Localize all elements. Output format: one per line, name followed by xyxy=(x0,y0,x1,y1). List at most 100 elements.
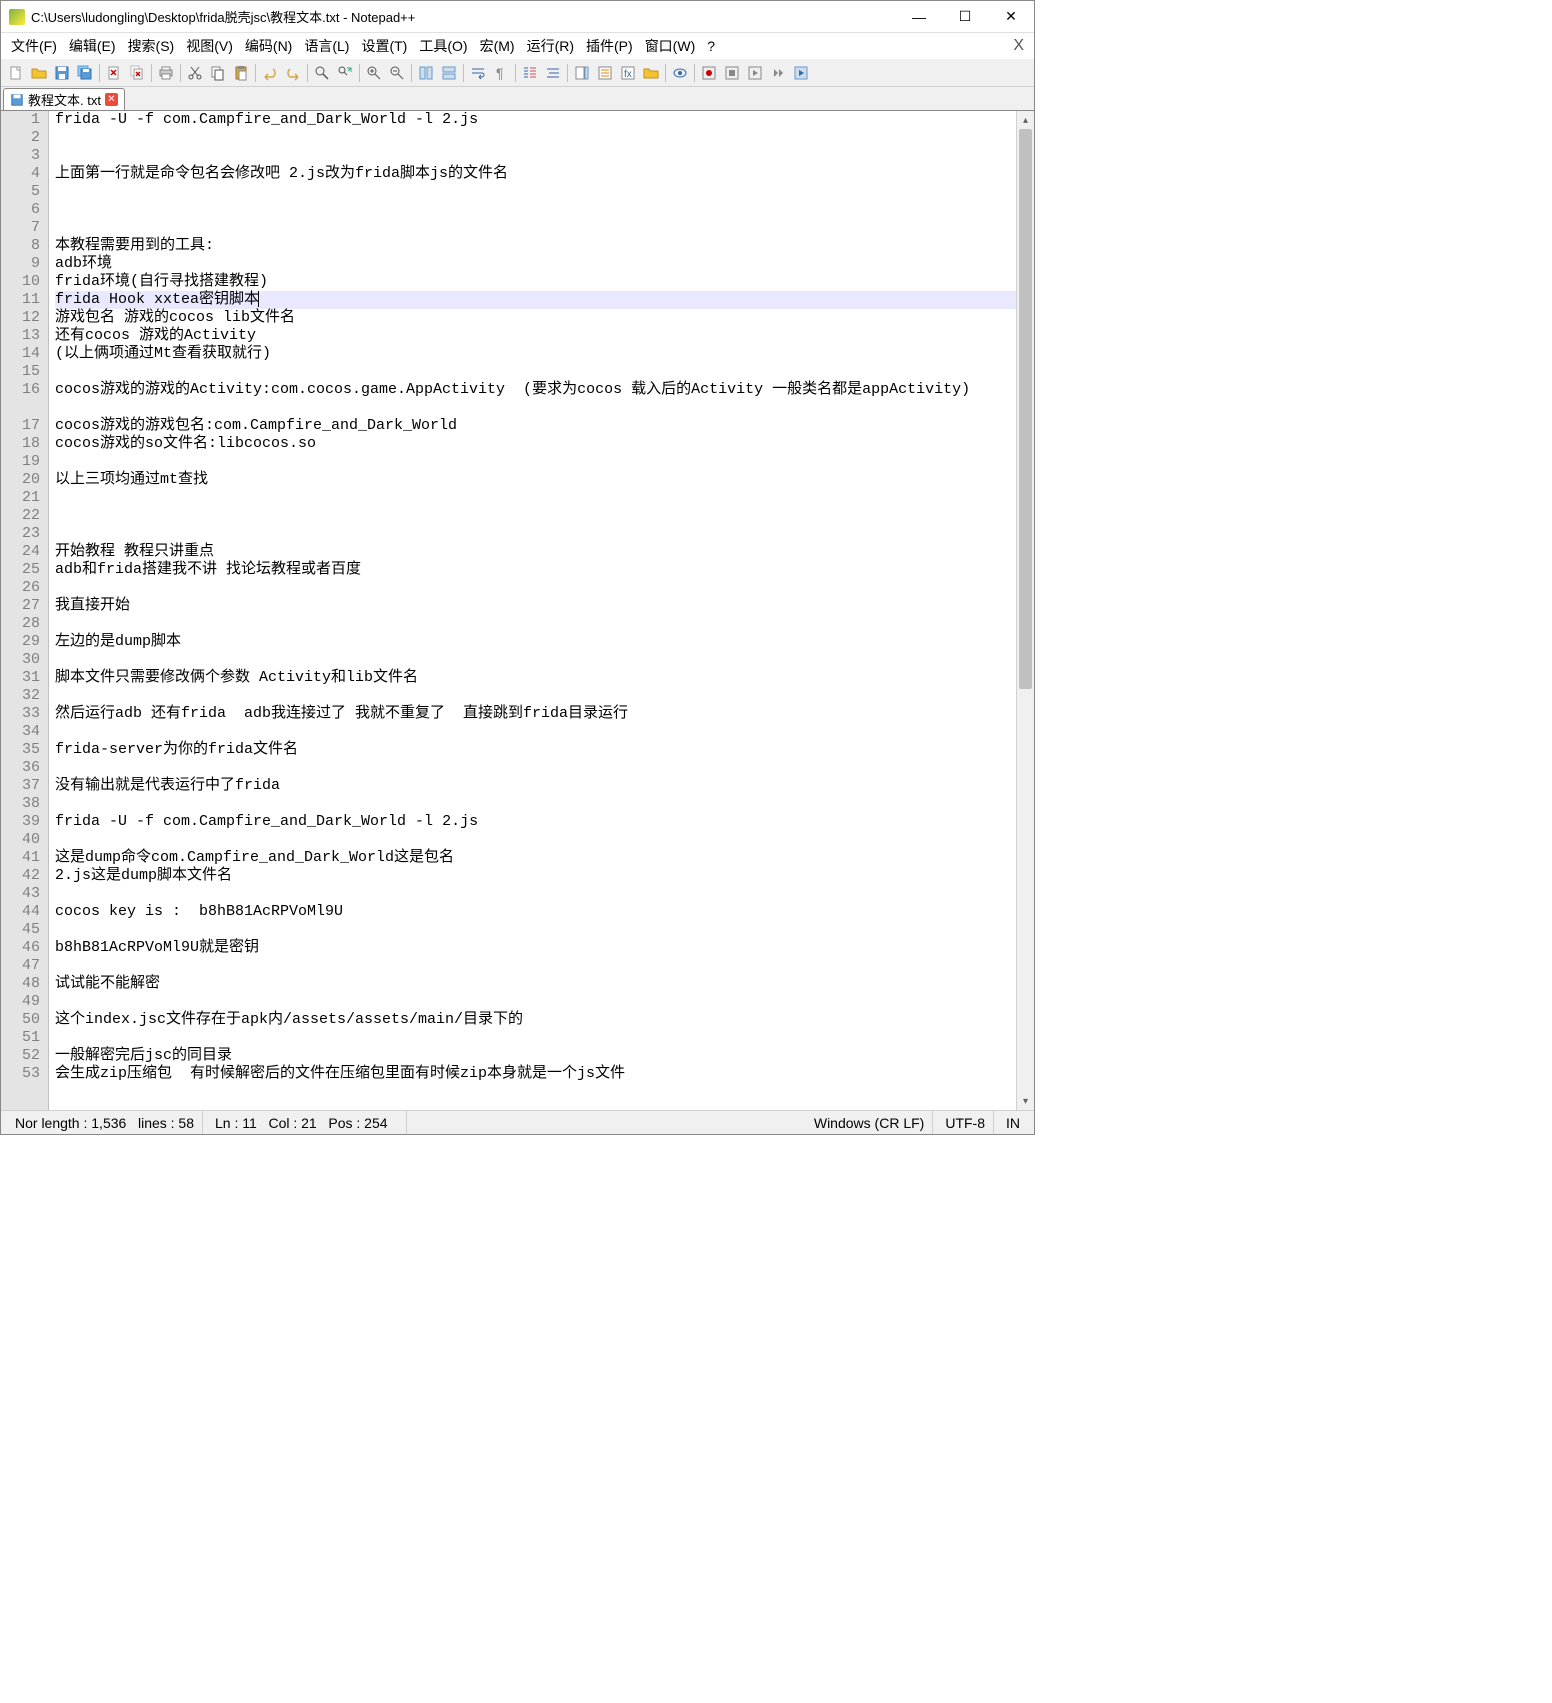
toolbar: ¶ fx xyxy=(1,59,1034,87)
toolbar-separator xyxy=(463,64,464,82)
tb-play-multi[interactable] xyxy=(767,62,789,84)
tb-monitor[interactable] xyxy=(669,62,691,84)
doclist-icon xyxy=(597,65,613,81)
tb-open[interactable] xyxy=(28,62,50,84)
folder-icon xyxy=(643,65,659,81)
tb-folder[interactable] xyxy=(640,62,662,84)
menu-run[interactable]: 运行(R) xyxy=(521,34,580,58)
close-doc-icon xyxy=(106,65,122,81)
tab-file[interactable]: 教程文本. txt ✕ xyxy=(3,88,125,110)
vertical-scrollbar[interactable]: ▴ ▾ xyxy=(1016,111,1034,1110)
editor[interactable]: 1234567891011121314151617181920212223242… xyxy=(1,111,1016,1110)
close-button[interactable]: ✕ xyxy=(988,1,1034,33)
toolbar-separator xyxy=(180,64,181,82)
toolbar-separator xyxy=(307,64,308,82)
maximize-button[interactable]: ☐ xyxy=(942,1,988,33)
zoom-out-icon xyxy=(389,65,405,81)
tb-sync-h[interactable] xyxy=(438,62,460,84)
tb-close-all[interactable] xyxy=(126,62,148,84)
status-insert-mode[interactable]: IN xyxy=(998,1111,1028,1134)
status-encoding[interactable]: UTF-8 xyxy=(937,1111,994,1134)
menu-macro[interactable]: 宏(M) xyxy=(474,34,521,58)
save-icon xyxy=(54,65,70,81)
window-controls: — ☐ ✕ xyxy=(896,1,1034,33)
status-position: Ln : 11 Col : 21 Pos : 254 xyxy=(207,1111,407,1134)
tb-wordwrap[interactable] xyxy=(467,62,489,84)
tb-lang[interactable] xyxy=(542,62,564,84)
toolbar-separator xyxy=(411,64,412,82)
tb-zoom-in[interactable] xyxy=(363,62,385,84)
tb-save[interactable] xyxy=(51,62,73,84)
tb-redo[interactable] xyxy=(282,62,304,84)
find-icon xyxy=(314,65,330,81)
code-content[interactable]: frida -U -f com.Campfire_and_Dark_World … xyxy=(49,111,1016,1110)
new-file-icon xyxy=(8,65,24,81)
toolbar-separator xyxy=(359,64,360,82)
undo-icon xyxy=(262,65,278,81)
menu-plugins[interactable]: 插件(P) xyxy=(580,34,639,58)
tab-close-button[interactable]: ✕ xyxy=(105,93,118,106)
menu-language[interactable]: 语言(L) xyxy=(298,34,355,58)
zoom-in-icon xyxy=(366,65,382,81)
paste-icon xyxy=(233,65,249,81)
menu-settings[interactable]: 设置(T) xyxy=(355,34,413,58)
scroll-up-arrow[interactable]: ▴ xyxy=(1017,111,1034,129)
statusbar: Nor length : 1,536 lines : 58 Ln : 11 Co… xyxy=(1,1110,1034,1134)
tb-new[interactable] xyxy=(5,62,27,84)
print-icon xyxy=(158,65,174,81)
tb-doc-list[interactable] xyxy=(594,62,616,84)
tb-close[interactable] xyxy=(103,62,125,84)
status-eol[interactable]: Windows (CR LF) xyxy=(806,1111,933,1134)
toolbar-separator xyxy=(255,64,256,82)
scroll-thumb[interactable] xyxy=(1019,129,1032,689)
copy-icon xyxy=(210,65,226,81)
maximize-icon: ☐ xyxy=(959,8,972,25)
tb-find[interactable] xyxy=(311,62,333,84)
tb-paste[interactable] xyxy=(230,62,252,84)
toolbar-separator xyxy=(694,64,695,82)
menu-edit[interactable]: 编辑(E) xyxy=(63,34,122,58)
close-icon: ✕ xyxy=(1005,8,1017,25)
menu-encoding[interactable]: 编码(N) xyxy=(239,34,298,58)
save-macro-icon xyxy=(793,65,809,81)
tb-allchars[interactable]: ¶ xyxy=(490,62,512,84)
tb-copy[interactable] xyxy=(207,62,229,84)
tb-stop[interactable] xyxy=(721,62,743,84)
tb-undo[interactable] xyxy=(259,62,281,84)
menu-file[interactable]: 文件(F) xyxy=(5,34,63,58)
tb-play[interactable] xyxy=(744,62,766,84)
menubar-close-x[interactable]: X xyxy=(1007,37,1030,55)
tb-replace[interactable] xyxy=(334,62,356,84)
tb-zoom-out[interactable] xyxy=(386,62,408,84)
menu-search[interactable]: 搜索(S) xyxy=(122,34,181,58)
tb-cut[interactable] xyxy=(184,62,206,84)
titlebar[interactable]: C:\Users\ludongling\Desktop\frida脱壳jsc\教… xyxy=(1,1,1034,33)
tb-indent-guide[interactable] xyxy=(519,62,541,84)
tb-func-list[interactable]: fx xyxy=(617,62,639,84)
window-title: C:\Users\ludongling\Desktop\frida脱壳jsc\教… xyxy=(31,7,896,26)
indent-guide-icon xyxy=(522,65,538,81)
toolbar-separator xyxy=(99,64,100,82)
minimize-button[interactable]: — xyxy=(896,1,942,33)
tb-record[interactable] xyxy=(698,62,720,84)
menu-view[interactable]: 视图(V) xyxy=(180,34,239,58)
svg-text:fx: fx xyxy=(624,69,632,80)
menu-help[interactable]: ? xyxy=(701,36,721,56)
status-length: Nor length : 1,536 lines : 58 xyxy=(7,1111,203,1134)
tb-sync-v[interactable] xyxy=(415,62,437,84)
minimize-icon: — xyxy=(912,9,926,25)
tb-doc-map[interactable] xyxy=(571,62,593,84)
wordwrap-icon xyxy=(470,65,486,81)
tb-print[interactable] xyxy=(155,62,177,84)
scroll-down-arrow[interactable]: ▾ xyxy=(1017,1092,1034,1110)
toolbar-separator xyxy=(665,64,666,82)
tb-save-all[interactable] xyxy=(74,62,96,84)
tb-save-macro[interactable] xyxy=(790,62,812,84)
menu-window[interactable]: 窗口(W) xyxy=(639,34,702,58)
toolbar-separator xyxy=(567,64,568,82)
menu-tools[interactable]: 工具(O) xyxy=(413,34,473,58)
eye-icon xyxy=(672,65,688,81)
tabbar: 教程文本. txt ✕ xyxy=(1,87,1034,111)
open-folder-icon xyxy=(31,65,47,81)
app-icon xyxy=(9,9,25,25)
